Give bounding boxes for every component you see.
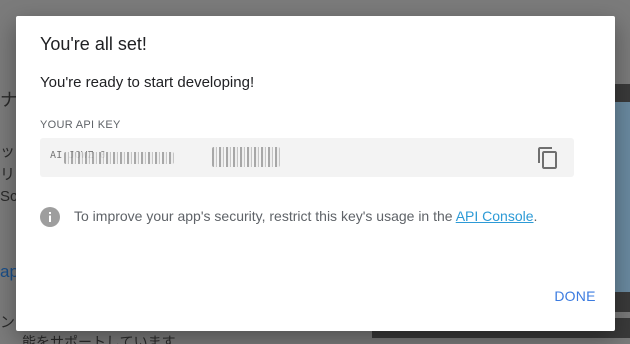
dialog-title: You're all set! xyxy=(40,34,147,54)
dialog-subtitle: You're ready to start developing! xyxy=(40,74,255,91)
api-key-label: YOUR API KEY xyxy=(40,119,121,131)
api-key-dialog: You're all set! You're ready to start de… xyxy=(16,16,615,331)
copy-icon[interactable] xyxy=(536,146,560,170)
api-key-field[interactable]: AI JOWZ 0 xyxy=(40,138,574,177)
background-text-fragment: 能をサポートしています xyxy=(22,334,176,344)
api-console-link[interactable]: API Console xyxy=(456,208,534,224)
api-key-redaction xyxy=(212,147,280,167)
security-notice-period: . xyxy=(533,208,538,224)
done-button[interactable]: DONE xyxy=(548,284,602,308)
api-key-redaction xyxy=(64,152,174,164)
security-notice-message: To improve your app's security, restrict… xyxy=(74,208,456,224)
info-icon xyxy=(40,207,60,227)
background-text-fragment: Sc xyxy=(0,188,18,205)
security-notice-text: To improve your app's security, restrict… xyxy=(74,208,537,224)
